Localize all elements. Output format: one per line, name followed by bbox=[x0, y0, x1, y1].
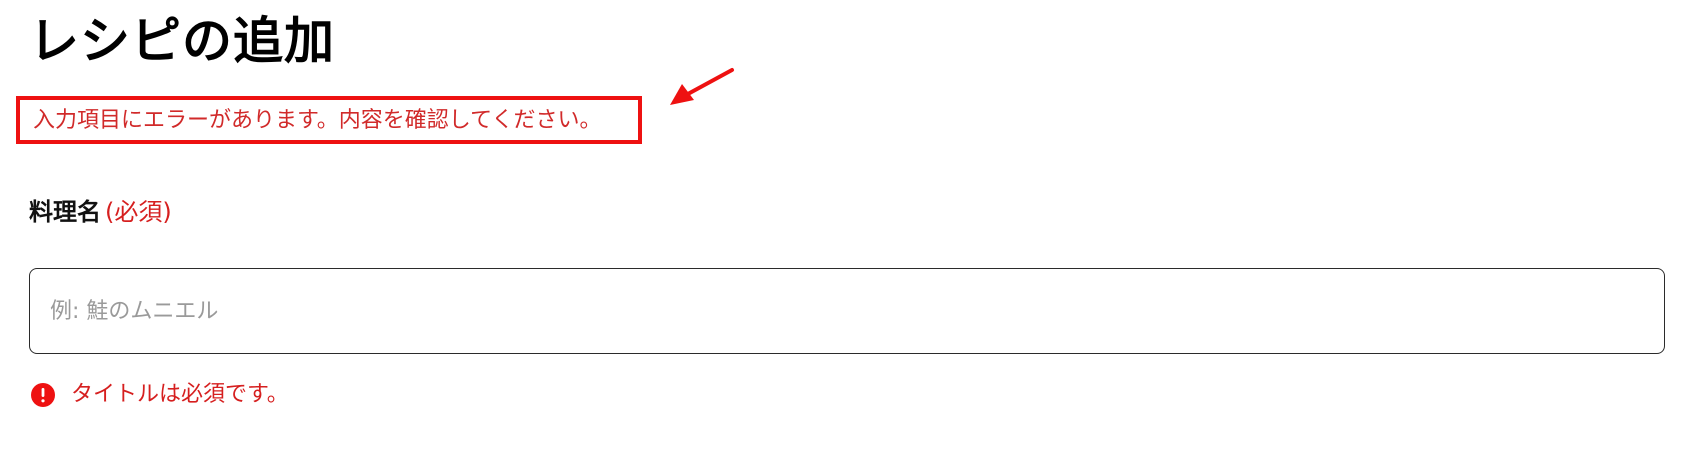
title-field-error: タイトルは必須です。 bbox=[31, 382, 289, 408]
title-field-label-text: 料理名 bbox=[29, 198, 101, 226]
dish-name-input[interactable] bbox=[29, 268, 1665, 354]
alert-circle-icon bbox=[31, 383, 55, 407]
title-field-label: 料理名 (必須) bbox=[29, 197, 172, 227]
error-summary-highlight-box: 入力項目にエラーがあります。内容を確認してください。 bbox=[16, 96, 642, 144]
title-field-error-message: タイトルは必須です。 bbox=[71, 382, 289, 407]
required-marker: (必須) bbox=[105, 198, 172, 226]
error-summary-message: 入力項目にエラーがあります。内容を確認してください。 bbox=[33, 108, 602, 133]
page-title: レシピの追加 bbox=[29, 12, 335, 70]
